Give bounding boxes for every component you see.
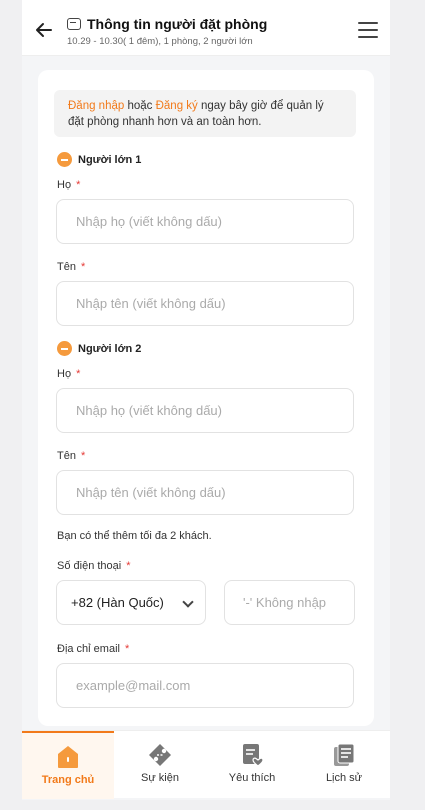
login-notice: Đăng nhập hoặc Đăng ký ngay bây giờ để q… xyxy=(54,90,356,137)
guest-2-title: Người lớn 2 xyxy=(78,342,142,355)
tab-label: Sự kiện xyxy=(141,772,179,784)
email-label: Địa chỉ email * xyxy=(57,643,129,655)
phone-label: Số điện thoại * xyxy=(57,560,131,572)
label-text: Họ xyxy=(57,179,72,191)
required-mark: * xyxy=(126,560,131,572)
phone-number-input[interactable]: '-' Không nhập xyxy=(224,580,355,625)
tab-events[interactable]: Sự kiện xyxy=(114,731,206,799)
guest-2-last-name-label: Họ * xyxy=(57,368,80,380)
hamburger-menu-icon[interactable] xyxy=(358,22,378,38)
guest-1-first-name-label: Tên * xyxy=(57,261,85,273)
guest-1-section-header[interactable]: Người lớn 1 xyxy=(57,152,141,167)
email-input[interactable]: example@mail.com xyxy=(56,663,354,708)
app-frame: Thông tin người đặt phòng 10.29 - 10.30(… xyxy=(22,0,390,800)
required-mark: * xyxy=(80,450,86,462)
label-text: Tên xyxy=(57,450,76,462)
top-header: Thông tin người đặt phòng 10.29 - 10.30(… xyxy=(22,0,390,56)
home-icon xyxy=(58,746,78,768)
notice-or-text: hoặc xyxy=(124,100,156,112)
back-arrow-icon[interactable] xyxy=(34,20,54,40)
remove-guest-icon[interactable] xyxy=(57,152,72,167)
guest-2-section-header[interactable]: Người lớn 2 xyxy=(57,341,141,356)
bottom-tab-bar: Trang chủ Sự kiện Yêu thích Lịch sử xyxy=(22,730,390,799)
hotel-icon xyxy=(67,18,81,30)
required-mark: * xyxy=(124,643,130,655)
country-code-select[interactable]: +82 (Hàn Quốc) xyxy=(56,580,206,625)
required-mark: * xyxy=(76,179,81,191)
label-text: Số điện thoại xyxy=(57,560,122,572)
tab-history[interactable]: Lịch sử xyxy=(298,731,390,799)
remove-guest-icon[interactable] xyxy=(57,341,72,356)
guest-2-first-name-input[interactable]: Nhập tên (viết không dấu) xyxy=(56,470,354,515)
required-mark: * xyxy=(76,368,81,380)
register-link[interactable]: Đăng ký xyxy=(156,100,198,112)
history-icon xyxy=(334,743,355,766)
tab-label: Yêu thích xyxy=(228,772,276,784)
chevron-down-icon xyxy=(182,596,194,608)
guest-1-title: Người lớn 1 xyxy=(78,153,142,166)
country-code-value: +82 (Hàn Quốc) xyxy=(71,595,164,610)
title-row: Thông tin người đặt phòng xyxy=(67,16,267,32)
required-mark: * xyxy=(80,261,86,273)
max-guest-hint: Bạn có thể thêm tối đa 2 khách. xyxy=(57,530,212,542)
tab-home[interactable]: Trang chủ xyxy=(22,731,114,799)
page-title: Thông tin người đặt phòng xyxy=(87,16,268,32)
label-text: Tên xyxy=(57,261,76,273)
guest-1-first-name-input[interactable]: Nhập tên (viết không dấu) xyxy=(56,281,354,326)
guest-2-last-name-input[interactable]: Nhập họ (viết không dấu) xyxy=(56,388,354,433)
tab-favorites[interactable]: Yêu thích xyxy=(206,731,298,799)
tab-label: Lịch sử xyxy=(325,772,363,784)
ticket-icon xyxy=(149,744,171,766)
favorite-doc-icon xyxy=(243,744,264,767)
guest-1-last-name-label: Họ * xyxy=(57,179,80,191)
label-text: Họ xyxy=(57,368,72,380)
label-text: Địa chỉ email xyxy=(57,643,120,655)
login-link[interactable]: Đăng nhập xyxy=(68,100,124,112)
booking-form-card: Đăng nhập hoặc Đăng ký ngay bây giờ để q… xyxy=(38,70,374,726)
guest-2-first-name-label: Tên * xyxy=(57,450,85,462)
booking-summary: 10.29 - 10.30( 1 đêm), 1 phòng, 2 người … xyxy=(67,36,253,47)
guest-1-last-name-input[interactable]: Nhập họ (viết không dấu) xyxy=(56,199,354,244)
tab-label: Trang chủ xyxy=(41,774,95,786)
